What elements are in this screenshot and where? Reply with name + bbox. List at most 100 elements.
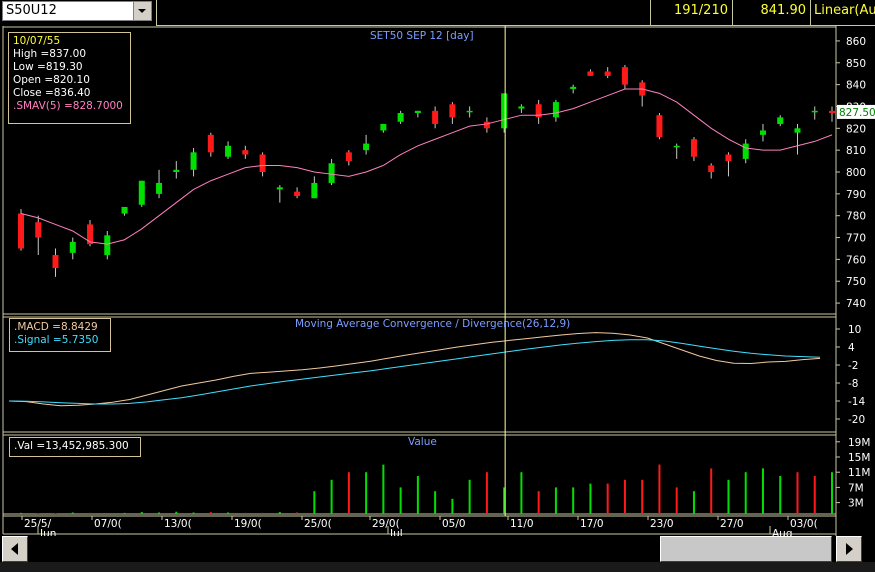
macd-line [8, 332, 821, 407]
xaxis-tick-label: 03/0( [790, 518, 818, 530]
candle-body [380, 123, 387, 131]
price-panel-title: SET50 SEP 12 [day] [370, 30, 474, 42]
info-signal: .Signal =5.7350 [14, 334, 99, 346]
info-open: Open =820.10 [13, 74, 90, 86]
candle-body [276, 187, 283, 190]
candle-body [811, 110, 818, 113]
price-tick-label: 820 [846, 123, 866, 135]
candle-body [190, 152, 197, 170]
volume-bar [278, 512, 281, 514]
symbol-select[interactable]: S50U12 [2, 1, 152, 21]
volume-bar [589, 483, 592, 514]
month-label: Jul [389, 528, 403, 536]
price-tick-label: 790 [846, 189, 866, 201]
horizontal-scrollbar[interactable] [0, 536, 875, 562]
last-price: 841.90 [732, 0, 810, 26]
volume-bar [365, 472, 368, 514]
volume-tick-label: 11M [848, 467, 870, 479]
volume-bar [537, 491, 540, 514]
candle-body [397, 113, 404, 122]
candle-body [656, 115, 663, 138]
candle-body [294, 191, 301, 197]
macd-tick-label: -20 [848, 414, 865, 426]
volume-bar [89, 512, 92, 514]
info-macd: .MACD =8.8429 [14, 321, 98, 333]
candle-body [35, 222, 42, 238]
volume-bar [416, 476, 419, 514]
candle-body [121, 206, 128, 214]
volume-bar [106, 513, 109, 514]
price-candles [18, 64, 835, 277]
arrow-right-icon [846, 543, 853, 555]
volume-bar [140, 512, 143, 514]
macd-tick-label: -14 [848, 396, 865, 408]
candle-body [829, 110, 835, 114]
volume-bar [261, 512, 264, 514]
volume-bar [831, 472, 833, 514]
volume-bar [485, 472, 488, 514]
info-high: High =837.00 [13, 48, 87, 60]
candle-body [570, 86, 577, 89]
panel-frame [2, 316, 837, 433]
macd-info-box: .MACD =8.8429 .Signal =5.7350 [9, 318, 111, 352]
volume-bar [658, 464, 661, 514]
candle-body [483, 121, 490, 129]
volume-bar [554, 487, 557, 514]
info-val: .Val =13,452,985.300 [14, 440, 129, 452]
xaxis-tick-label: 23/0 [650, 518, 674, 530]
price-tick-label: 840 [846, 80, 866, 92]
volume-bar [572, 487, 575, 514]
blank-cell [156, 0, 650, 26]
volume-bar [520, 472, 523, 514]
xaxis-tick-label: 05/0 [442, 518, 466, 530]
volume-bar [347, 472, 350, 514]
candle-body [794, 128, 801, 133]
candle-body [587, 71, 594, 76]
candle-body [604, 71, 611, 76]
volume-bar [209, 512, 212, 514]
macd-tick-label: 10 [848, 324, 861, 336]
toolbar: S50U12 191/210 841.90 Linear(Aut [0, 0, 875, 26]
xaxis-tick-label: 27/0 [720, 518, 744, 530]
signal-line [8, 339, 821, 405]
price-tick-label: 780 [846, 211, 866, 223]
price-tick-label: 810 [846, 145, 866, 157]
xaxis-tick-label: 07/0( [94, 518, 122, 530]
candle-body [673, 145, 680, 148]
candle-body [345, 152, 352, 162]
scroll-thumb[interactable] [660, 536, 832, 562]
info-date: 10/07/55 [13, 35, 61, 47]
volume-bar [692, 491, 695, 514]
volume-bar [123, 512, 126, 514]
volume-bar [468, 479, 471, 514]
volume-bar [192, 512, 195, 514]
candle-body [104, 235, 111, 256]
macd-tick-label: -2 [848, 360, 858, 372]
volume-bar [296, 512, 299, 514]
volume-bar [175, 511, 178, 514]
scroll-left-button[interactable] [2, 536, 28, 562]
candle-body [708, 165, 715, 172]
volume-bar [330, 479, 333, 514]
volume-bar [451, 498, 454, 514]
volume-bar [727, 479, 730, 514]
axes: 8608508408308208108007907807707607507408… [21, 26, 875, 536]
candle-body [207, 134, 214, 153]
volume-bar [382, 464, 385, 514]
scroll-right-button[interactable] [836, 536, 862, 562]
candle-body [328, 163, 335, 183]
volume-bar [434, 491, 437, 514]
price-tick-label: 750 [846, 276, 866, 288]
dropdown-arrow-icon[interactable] [133, 2, 151, 20]
xaxis-tick-label: 25/0( [304, 518, 332, 530]
scale-mode[interactable]: Linear(Aut [810, 0, 875, 26]
candle-body [242, 150, 249, 155]
volume-tick-label: 7M [848, 482, 864, 494]
candle-body [52, 255, 59, 269]
volume-bar [313, 491, 316, 514]
price-tick-label: 770 [846, 233, 866, 245]
macd-tick-label: 4 [848, 342, 855, 354]
chart-canvas[interactable]: 8608508408308208108007907807707607507408… [0, 26, 875, 536]
volume-bar [20, 512, 22, 514]
info-low: Low =819.30 [13, 61, 83, 73]
